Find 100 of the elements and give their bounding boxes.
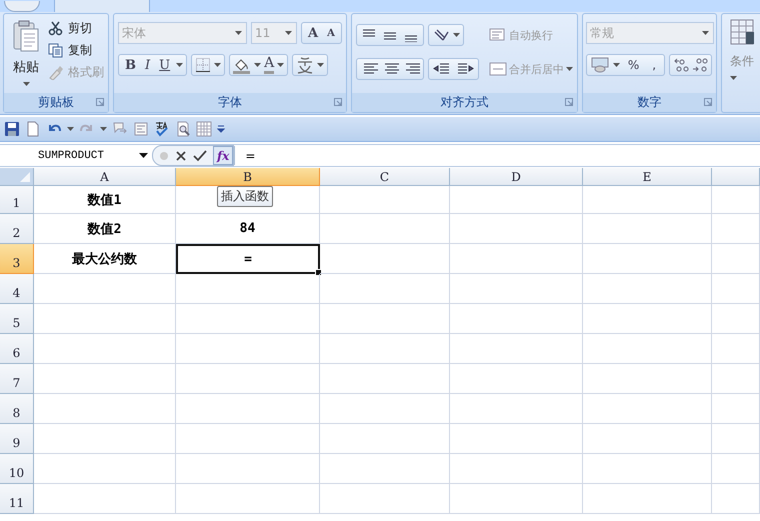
fill-color-icon[interactable] bbox=[233, 56, 252, 74]
table-cell[interactable] bbox=[450, 454, 583, 484]
row-header[interactable]: 11 bbox=[0, 484, 34, 514]
table-cell[interactable] bbox=[34, 334, 176, 364]
column-header[interactable] bbox=[712, 168, 760, 186]
table-cell[interactable] bbox=[583, 304, 712, 334]
cancel-icon[interactable] bbox=[175, 150, 187, 162]
bold-button[interactable]: B bbox=[122, 58, 139, 72]
table-cell[interactable] bbox=[450, 364, 583, 394]
row-header[interactable]: 3 bbox=[0, 244, 34, 274]
caret-icon[interactable] bbox=[100, 126, 107, 132]
table-cell[interactable] bbox=[176, 484, 320, 514]
table-cell[interactable] bbox=[450, 394, 583, 424]
column-header[interactable]: E bbox=[583, 168, 712, 186]
table-cell[interactable] bbox=[712, 454, 760, 484]
table-cell[interactable] bbox=[34, 454, 176, 484]
caret-icon[interactable] bbox=[214, 62, 222, 68]
caret-icon[interactable] bbox=[612, 62, 620, 68]
table-cell[interactable] bbox=[583, 394, 712, 424]
table-cell[interactable] bbox=[320, 394, 450, 424]
row-header[interactable]: 7 bbox=[0, 364, 34, 394]
percent-button[interactable]: % bbox=[622, 58, 644, 72]
row-header[interactable]: 5 bbox=[0, 304, 34, 334]
table-cell[interactable]: = bbox=[176, 244, 320, 274]
caret-icon[interactable] bbox=[317, 62, 324, 68]
table-cell[interactable] bbox=[176, 424, 320, 454]
table-cell[interactable] bbox=[176, 454, 320, 484]
launcher-icon[interactable] bbox=[334, 98, 342, 106]
paste-button[interactable]: 粘贴 bbox=[8, 18, 44, 93]
row-header[interactable]: 2 bbox=[0, 214, 34, 244]
table-cell[interactable] bbox=[34, 274, 176, 304]
table-cell[interactable] bbox=[712, 274, 760, 304]
table-cell[interactable]: 最大公约数 bbox=[34, 244, 176, 274]
save-icon[interactable] bbox=[4, 121, 20, 137]
table-cell[interactable] bbox=[583, 484, 712, 514]
table-cell[interactable] bbox=[712, 244, 760, 274]
italic-button[interactable]: I bbox=[142, 58, 154, 72]
font-color-button[interactable]: A bbox=[264, 56, 274, 74]
table-cell[interactable] bbox=[712, 186, 760, 214]
table-cell[interactable] bbox=[450, 244, 583, 274]
spelling-icon[interactable] bbox=[154, 121, 170, 137]
table-cell[interactable] bbox=[176, 334, 320, 364]
caret-icon[interactable] bbox=[176, 62, 184, 68]
table-cell[interactable] bbox=[320, 334, 450, 364]
table-cell[interactable] bbox=[320, 454, 450, 484]
table-cell[interactable] bbox=[320, 364, 450, 394]
enter-icon[interactable] bbox=[193, 150, 207, 162]
table-cell[interactable] bbox=[450, 274, 583, 304]
ribbon-tab[interactable] bbox=[54, 0, 150, 12]
table-cell[interactable] bbox=[320, 304, 450, 334]
table-cell[interactable] bbox=[450, 334, 583, 364]
orientation-icon[interactable] bbox=[432, 28, 450, 42]
launcher-icon[interactable] bbox=[96, 98, 104, 106]
insert-function-button[interactable]: fx bbox=[213, 146, 234, 165]
row-header[interactable]: 9 bbox=[0, 424, 34, 454]
table-cell[interactable] bbox=[320, 424, 450, 454]
table-cell[interactable] bbox=[583, 244, 712, 274]
new-document-icon[interactable] bbox=[25, 121, 41, 137]
increase-decimal-icon[interactable] bbox=[673, 57, 690, 73]
border-icon[interactable] bbox=[195, 57, 212, 73]
launcher-icon[interactable] bbox=[704, 98, 712, 106]
select-all-button[interactable] bbox=[0, 168, 34, 186]
caret-icon[interactable] bbox=[254, 62, 262, 68]
table-cell[interactable] bbox=[450, 186, 583, 214]
table-cell[interactable] bbox=[34, 484, 176, 514]
table-cell[interactable] bbox=[583, 334, 712, 364]
table-cell[interactable] bbox=[712, 364, 760, 394]
table-cell[interactable] bbox=[712, 424, 760, 454]
table-cell[interactable]: 数值1 bbox=[34, 186, 176, 214]
print-preview-icon[interactable] bbox=[175, 121, 191, 137]
table-cell[interactable] bbox=[320, 244, 450, 274]
column-header[interactable]: D bbox=[450, 168, 583, 186]
row-header[interactable]: 8 bbox=[0, 394, 34, 424]
dropdown-icon[interactable] bbox=[139, 152, 148, 158]
row-header[interactable]: 6 bbox=[0, 334, 34, 364]
table-cell[interactable] bbox=[176, 364, 320, 394]
comma-button[interactable]: , bbox=[647, 58, 662, 72]
table-cell[interactable] bbox=[450, 484, 583, 514]
column-header[interactable]: C bbox=[320, 168, 450, 186]
table-cell[interactable] bbox=[34, 394, 176, 424]
ribbon-command[interactable]: 复制 bbox=[48, 41, 104, 59]
shrink-font-button[interactable]: A bbox=[324, 28, 338, 38]
table-cell[interactable] bbox=[583, 364, 712, 394]
table-cell[interactable] bbox=[583, 186, 712, 214]
table-cell[interactable] bbox=[712, 304, 760, 334]
formula-input[interactable]: = bbox=[234, 146, 760, 165]
office-button[interactable] bbox=[4, 1, 40, 12]
table-cell[interactable] bbox=[583, 424, 712, 454]
table-cell[interactable] bbox=[320, 484, 450, 514]
table-cell[interactable] bbox=[450, 424, 583, 454]
table-cell[interactable] bbox=[583, 274, 712, 304]
table-cell[interactable] bbox=[583, 454, 712, 484]
name-box[interactable]: SUMPRODUCT bbox=[0, 150, 152, 162]
table-cell[interactable]: 数值2 bbox=[34, 214, 176, 244]
table-cell[interactable] bbox=[712, 334, 760, 364]
caret-icon[interactable] bbox=[67, 126, 74, 132]
table-cell[interactable] bbox=[34, 424, 176, 454]
row-header[interactable]: 4 bbox=[0, 274, 34, 304]
table-cell[interactable] bbox=[320, 274, 450, 304]
caret-icon[interactable] bbox=[277, 62, 284, 68]
